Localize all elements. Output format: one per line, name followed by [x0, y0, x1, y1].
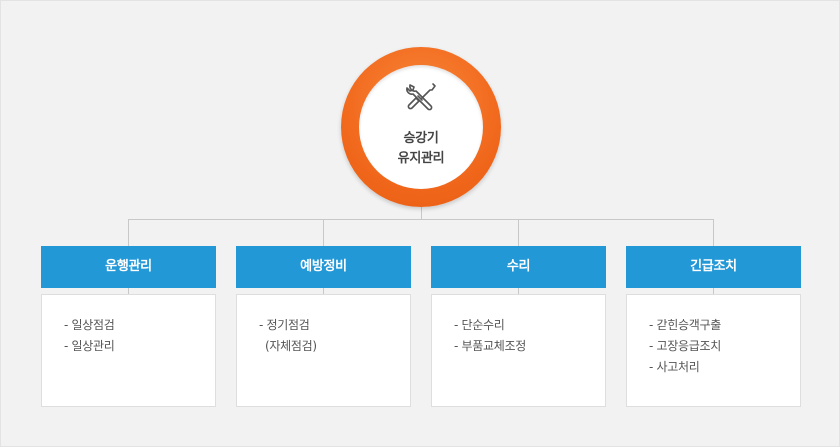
center-node: 승강기 유지관리: [341, 47, 501, 207]
category-item: - 고장응급조치: [649, 339, 721, 353]
connector-drop-3: [518, 219, 519, 246]
category-header: 긴급조치: [626, 246, 801, 288]
center-node-inner: 승강기 유지관리: [359, 65, 483, 189]
category-header: 운행관리: [41, 246, 216, 288]
connector-drop-4: [713, 219, 714, 246]
category-item: - 갇힌승객구출: [649, 318, 721, 332]
category-item: - 일상점검: [64, 318, 115, 332]
connector-bar: [128, 219, 714, 220]
category-emergency: 긴급조치 - 갇힌승객구출 - 고장응급조치 - 사고처리: [626, 246, 801, 407]
category-body: - 정기점검 (자체점검): [236, 294, 411, 407]
category-body: - 단순수리 - 부품교체조정: [431, 294, 606, 407]
category-header: 수리: [431, 246, 606, 288]
category-item: - 사고처리: [649, 360, 700, 374]
category-item: - 단순수리: [454, 318, 505, 332]
category-item: (자체점검): [265, 339, 317, 353]
category-operation: 운행관리 - 일상점검 - 일상관리: [41, 246, 216, 407]
category-repair: 수리 - 단순수리 - 부품교체조정: [431, 246, 606, 407]
category-body: - 일상점검 - 일상관리: [41, 294, 216, 407]
category-item: - 부품교체조정: [454, 339, 526, 353]
category-preventive-maintenance: 예방정비 - 정기점검 (자체점검): [236, 246, 411, 407]
category-item: - 정기점검: [259, 318, 310, 332]
category-body: - 갇힌승객구출 - 고장응급조치 - 사고처리: [626, 294, 801, 407]
connector-drop-1: [128, 219, 129, 246]
center-title-line1: 승강기: [403, 131, 439, 146]
wrench-screwdriver-icon: [406, 83, 436, 111]
connector-drop-2: [323, 219, 324, 246]
diagram-frame: 승강기 유지관리 운행관리 - 일상점검 - 일상관리 예방정비 - 정기점검 …: [0, 0, 840, 447]
category-header: 예방정비: [236, 246, 411, 288]
center-title-line2: 유지관리: [397, 151, 445, 166]
category-item: - 일상관리: [64, 339, 115, 353]
